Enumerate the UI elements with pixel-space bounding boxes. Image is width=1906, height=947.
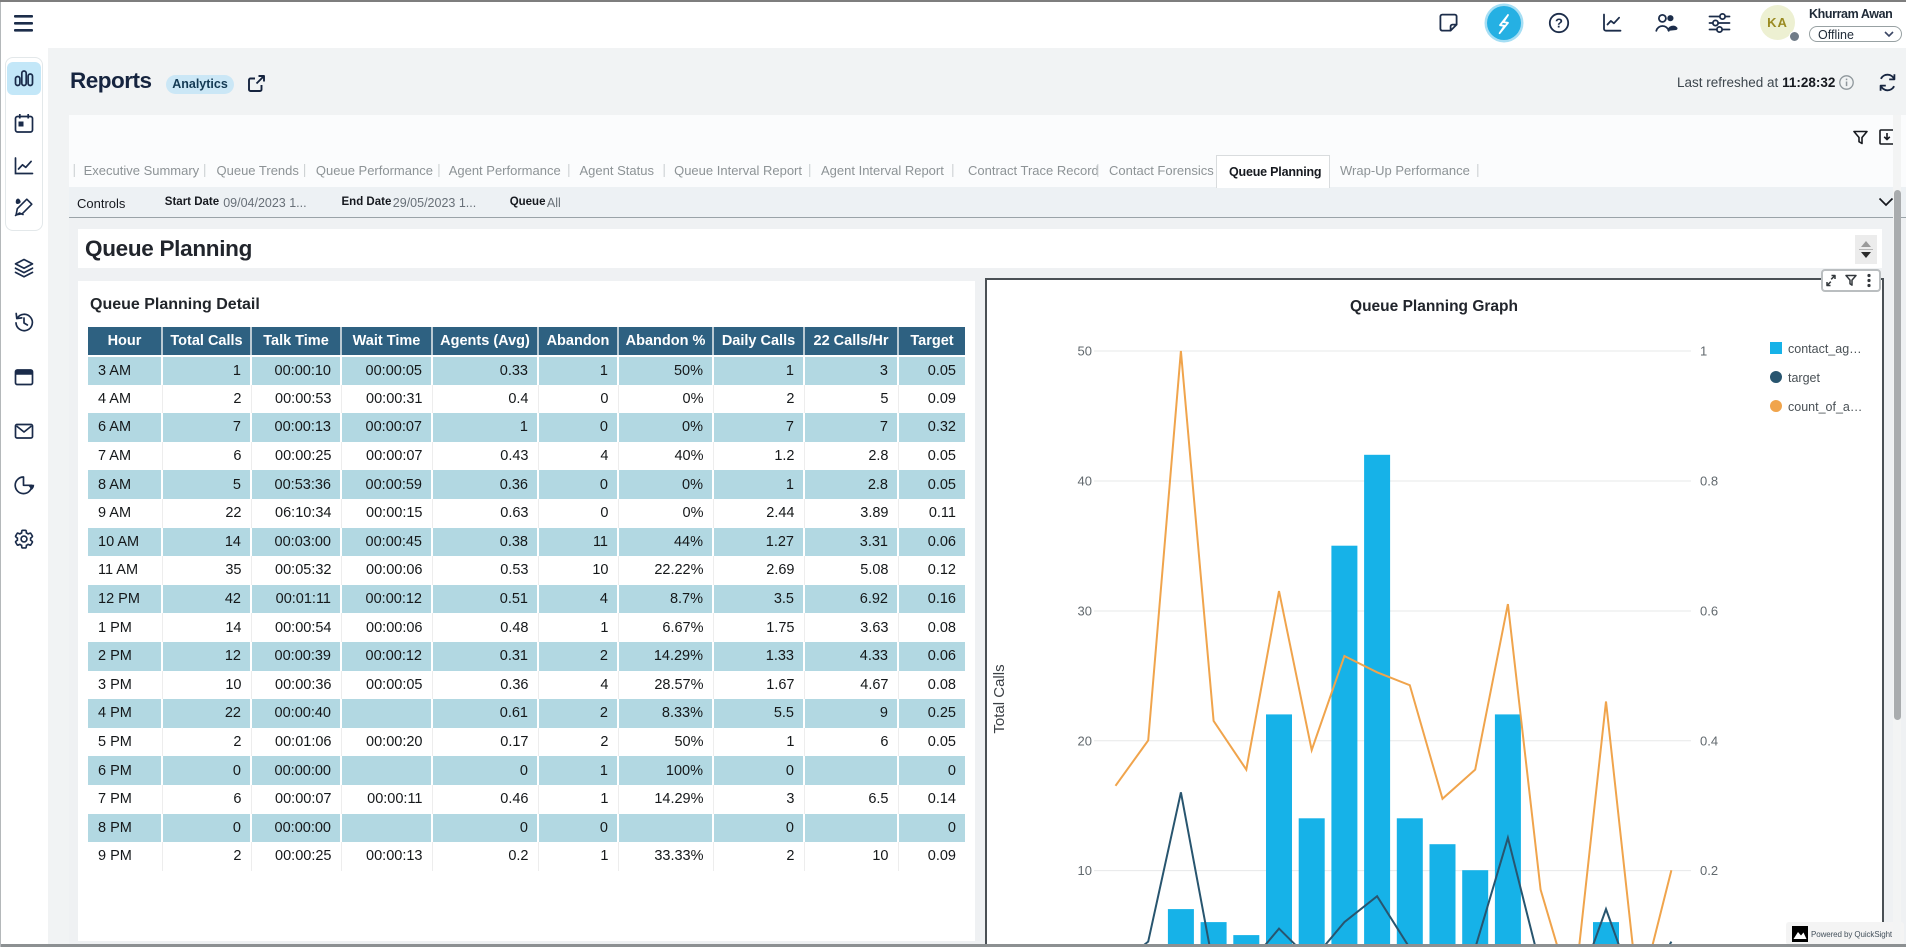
svg-text:30: 30: [1078, 604, 1092, 619]
svg-text:Queue Planning Graph: Queue Planning Graph: [1350, 298, 1518, 315]
svg-text:50: 50: [1078, 344, 1092, 359]
svg-text:0.2: 0.2: [1700, 863, 1718, 878]
svg-text:0.6: 0.6: [1700, 604, 1718, 619]
svg-text:1: 1: [1700, 344, 1707, 359]
svg-text:0.4: 0.4: [1700, 733, 1718, 748]
svg-text:0.8: 0.8: [1700, 474, 1718, 489]
svg-text:10: 10: [1078, 863, 1092, 878]
svg-text:40: 40: [1078, 474, 1092, 489]
svg-text:target: target: [1788, 371, 1820, 385]
svg-text:Total Calls: Total Calls: [991, 664, 1008, 733]
svg-text:contact_ag…: contact_ag…: [1788, 342, 1862, 356]
svg-text:20: 20: [1078, 733, 1092, 748]
svg-text:count_of_a…: count_of_a…: [1788, 400, 1862, 414]
svg-text:?: ?: [1555, 16, 1563, 31]
